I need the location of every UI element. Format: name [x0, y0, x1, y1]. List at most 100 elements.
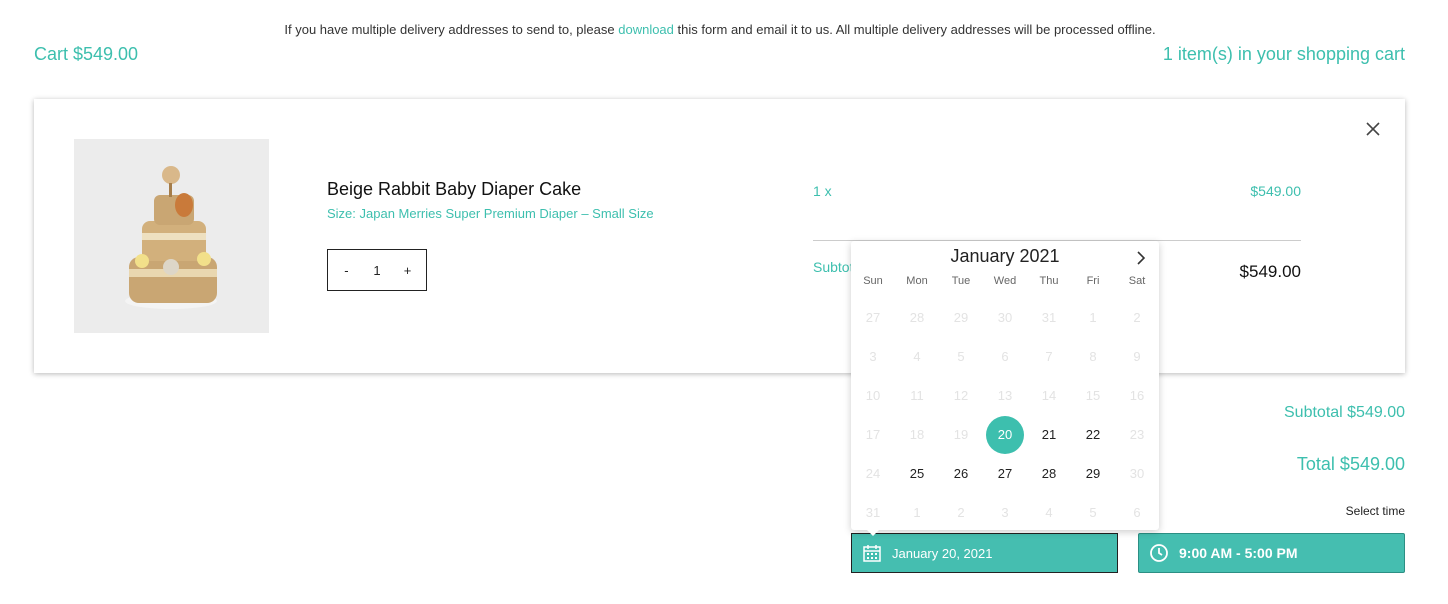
delivery-date-field[interactable]: January 20, 2021: [851, 533, 1118, 573]
calendar-day: 1: [1071, 298, 1115, 337]
calendar-day: 27: [851, 298, 895, 337]
calendar-day-number: 29: [1085, 466, 1101, 481]
decrease-quantity-button[interactable]: -: [336, 263, 356, 278]
calendar-day-number: 24: [865, 466, 881, 481]
calendar-day-number: 22: [1085, 427, 1101, 442]
calendar-day: 6: [1115, 493, 1159, 532]
weekday-label: Sun: [863, 275, 883, 287]
calendar-day-number: 11: [910, 388, 924, 403]
calendar-icon: [863, 545, 881, 562]
calendar-day: 17: [851, 415, 895, 454]
weekday-label: Wed: [993, 275, 1017, 287]
calendar-day-number: 15: [1085, 388, 1101, 403]
calendar-day-number: 21: [1041, 427, 1057, 442]
calendar-day[interactable]: 26: [939, 454, 983, 493]
calendar-day-number: 31: [865, 505, 881, 520]
calendar-day-number: 3: [1001, 505, 1009, 520]
calendar-day[interactable]: 25: [895, 454, 939, 493]
calendar-day: 1: [895, 493, 939, 532]
calendar-day-number: 6: [1001, 349, 1009, 364]
calendar-day-grid: 27 28 29 30 31 1 2 3 4 5 6 7 8 9 10 11 12 13 14 15 16 17 18 19 2…: [851, 298, 1159, 532]
calendar-weekday-header: Sun Mon Tue Wed Thu Fri Sat: [851, 275, 1159, 287]
order-total: Total $549.00: [1296, 454, 1405, 474]
calendar-day: 7: [1027, 337, 1071, 376]
calendar-day: 6: [983, 337, 1027, 376]
calendar-day: 31: [1027, 298, 1071, 337]
calendar-day-number: 26: [953, 466, 969, 481]
calendar-day-number: 8: [1089, 349, 1097, 364]
calendar-day[interactable]: 22: [1071, 415, 1115, 454]
calendar-day-number: 30: [1129, 466, 1145, 481]
calendar-month-title: January 2021: [950, 246, 1060, 266]
calendar-day-number: 28: [1041, 466, 1057, 481]
product-image[interactable]: [74, 139, 269, 333]
calendar-day-number: 23: [1129, 427, 1145, 442]
chevron-right-icon: [1137, 251, 1146, 265]
calendar-day: 30: [1115, 454, 1159, 493]
calendar-day: 12: [939, 376, 983, 415]
calendar-day-number: 12: [953, 388, 969, 403]
calendar-day: 13: [983, 376, 1027, 415]
calendar-day-number: 6: [1133, 505, 1141, 520]
calendar-day-number: 27: [865, 310, 881, 325]
calendar-day: 11: [895, 376, 939, 415]
remove-item-button[interactable]: [1365, 121, 1381, 137]
notice-text-before: If you have multiple delivery addresses …: [284, 22, 619, 37]
calendar-day-number: 19: [953, 427, 969, 442]
calendar-day-number: 4: [1045, 505, 1053, 520]
product-variant: Size: Japan Merries Super Premium Diaper…: [327, 206, 654, 221]
calendar-day: 2: [939, 493, 983, 532]
calendar-day[interactable]: 29: [1071, 454, 1115, 493]
calendar-day: 8: [1071, 337, 1115, 376]
calendar-day-number: 14: [1041, 388, 1057, 403]
calendar-day[interactable]: 27: [983, 454, 1027, 493]
calendar-day-number: 3: [869, 349, 877, 364]
calendar-day-number: 18: [909, 427, 925, 442]
delivery-date-value: January 20, 2021: [892, 545, 993, 561]
clock-icon: [1150, 544, 1168, 562]
calendar-day: 15: [1071, 376, 1115, 415]
weekday-label: Tue: [951, 275, 971, 287]
calendar-day: 31: [851, 493, 895, 532]
calendar-day: 5: [1071, 493, 1115, 532]
calendar-day-number: 10: [865, 388, 881, 403]
calendar-day-number: 31: [1041, 310, 1057, 325]
next-month-button[interactable]: [1133, 250, 1149, 266]
download-link[interactable]: download: [618, 22, 674, 37]
line-quantity: 1 x: [813, 183, 832, 199]
quantity-value[interactable]: 1: [373, 263, 380, 278]
select-time-label: Select time: [1345, 504, 1405, 518]
calendar-day-number: 2: [957, 505, 965, 520]
calendar-day: 14: [1027, 376, 1071, 415]
calendar-day-number: 4: [913, 349, 921, 364]
calendar-day: 23: [1115, 415, 1159, 454]
calendar-day-number: 2: [1133, 310, 1141, 325]
calendar-day-number: 16: [1129, 388, 1145, 403]
calendar-day: 4: [895, 337, 939, 376]
close-icon: [1366, 122, 1380, 136]
increase-quantity-button[interactable]: +: [398, 263, 418, 278]
calendar-day-number: 29: [953, 310, 969, 325]
multi-address-notice: If you have multiple delivery addresses …: [0, 22, 1440, 37]
cart-item-card: Beige Rabbit Baby Diaper Cake Size: Japa…: [34, 99, 1405, 373]
date-picker-popup: January 2021 Sun Mon Tue Wed Thu Fri Sat 27 28 2…: [851, 241, 1159, 536]
calendar-day: 24: [851, 454, 895, 493]
calendar-day-number: 1: [913, 505, 921, 520]
calendar-day: 29: [939, 298, 983, 337]
order-subtotal: Subtotal $549.00: [1284, 404, 1405, 421]
calendar-day-number: 27: [997, 466, 1013, 481]
diaper-cake-image: [74, 139, 269, 333]
calendar-day: 3: [983, 493, 1027, 532]
calendar-day[interactable]: 28: [1027, 454, 1071, 493]
weekday-label: Mon: [906, 275, 928, 287]
calendar-day[interactable]: 21: [1027, 415, 1071, 454]
calendar-day-number: 9: [1133, 349, 1141, 364]
delivery-time-field[interactable]: 9:00 AM - 5:00 PM: [1138, 533, 1405, 573]
calendar-day: 16: [1115, 376, 1159, 415]
calendar-day-number: 13: [997, 388, 1013, 403]
weekday-label: Sat: [1128, 275, 1146, 287]
calendar-day-number: 25: [909, 466, 925, 481]
product-name[interactable]: Beige Rabbit Baby Diaper Cake: [327, 179, 581, 200]
calendar-day: 4: [1027, 493, 1071, 532]
calendar-day-selected[interactable]: 20: [983, 415, 1027, 454]
